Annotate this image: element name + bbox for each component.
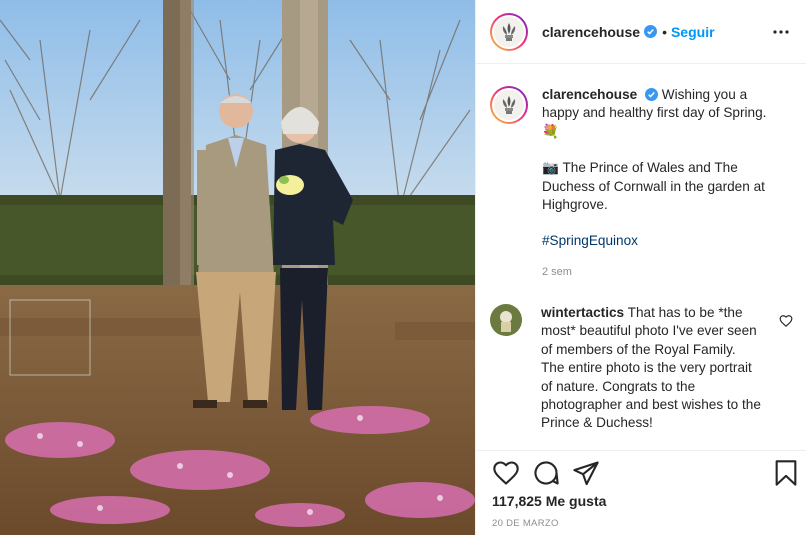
- commenter-avatar[interactable]: [490, 304, 522, 336]
- verified-badge-icon: [644, 88, 658, 101]
- bookmark-icon[interactable]: [772, 459, 800, 487]
- post-photo[interactable]: [0, 0, 475, 535]
- caption-text-line2: 📷 The Prince of Wales and The Duchess of…: [542, 160, 765, 213]
- share-icon[interactable]: [572, 459, 600, 487]
- action-bar: 117,825 Me gusta 20 DE MARZO: [476, 450, 806, 535]
- header-username[interactable]: clarencehouse: [542, 24, 640, 40]
- caption-age: 2 sem: [542, 265, 572, 278]
- comment-username[interactable]: wintertactics: [541, 305, 624, 320]
- comment-icon[interactable]: [532, 459, 560, 487]
- caption-username[interactable]: clarencehouse: [542, 87, 637, 102]
- caption-avatar[interactable]: [490, 86, 528, 124]
- post-date[interactable]: 20 DE MARZO: [492, 518, 559, 529]
- like-comment-heart-icon[interactable]: [779, 314, 793, 328]
- verified-badge-icon: [644, 25, 658, 38]
- likes-count[interactable]: 117,825 Me gusta: [492, 493, 606, 509]
- header-separator: •: [662, 23, 667, 40]
- more-options-icon[interactable]: [771, 22, 791, 42]
- comment-text: That has to be *the most* beautiful phot…: [541, 305, 761, 431]
- avatar[interactable]: [490, 12, 528, 51]
- prince-feathers-crest-icon: [494, 90, 524, 120]
- comments-list[interactable]: clarencehouse Wishing you a happy and he…: [476, 64, 806, 450]
- prince-feathers-crest-icon: [494, 16, 524, 47]
- post-side-panel: clarencehouse • Seguir clarencehouse Wis…: [475, 0, 806, 535]
- post-header: clarencehouse • Seguir: [476, 0, 806, 64]
- bouquet-emoji: 💐: [542, 123, 559, 139]
- follow-button[interactable]: Seguir: [671, 24, 715, 40]
- post-caption: clarencehouse Wishing you a happy and he…: [490, 86, 795, 281]
- heart-icon[interactable]: [492, 459, 520, 487]
- comment-item: wintertactics That has to be *the most* …: [490, 304, 795, 433]
- hashtag-link[interactable]: #SpringEquinox: [542, 232, 787, 250]
- garden-photo: [0, 0, 475, 535]
